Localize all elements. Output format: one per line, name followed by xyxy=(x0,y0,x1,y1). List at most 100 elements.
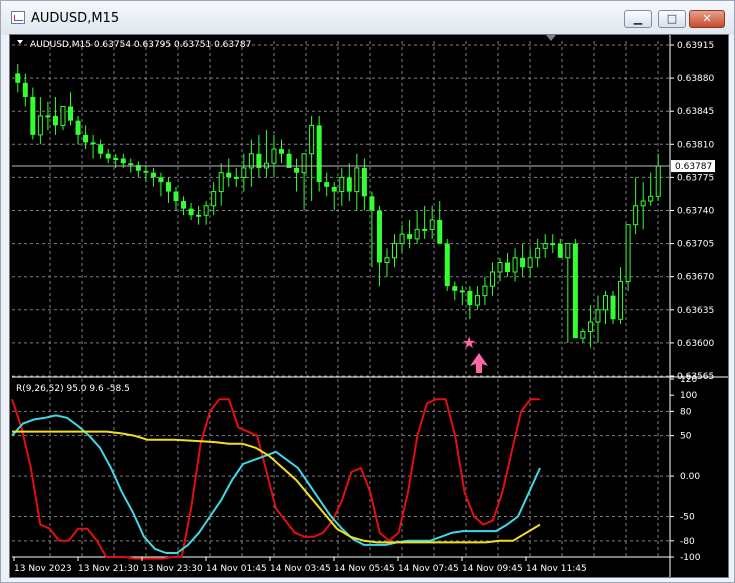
candle-body xyxy=(278,149,284,154)
candle-body xyxy=(550,243,556,246)
chart-canvas[interactable]: 0.639150.638800.638450.638100.637750.637… xyxy=(10,35,728,577)
candle-body xyxy=(572,243,578,339)
candle-body xyxy=(648,195,654,202)
candle-body xyxy=(655,165,661,197)
candle-body xyxy=(527,257,533,268)
time-tick-label: 14 Nov 03:45 xyxy=(270,564,331,574)
candle-body xyxy=(324,182,330,187)
candle-body xyxy=(610,295,616,320)
chart-frame[interactable]: 0.63915 0.63880 0.63845 0.63810 0.63775 0.637… xyxy=(9,34,729,578)
candle-body xyxy=(407,234,413,239)
time-tick-label: 13 Nov 2023 xyxy=(14,564,72,574)
candle-body xyxy=(459,290,465,293)
candle-body xyxy=(128,163,134,166)
time-tick-label: 14 Nov 05:45 xyxy=(334,564,395,574)
indicator-tick-label: 80 xyxy=(680,407,692,417)
maximize-icon: □ xyxy=(666,12,678,25)
indicator-tick-label: -100 xyxy=(680,553,701,563)
indicator-axis: 120 100 80 50 0.00 -50 -80 -100 xyxy=(670,375,701,563)
candle-body xyxy=(45,115,51,118)
candle-body xyxy=(113,157,119,160)
candle-body xyxy=(203,205,209,216)
candle-body xyxy=(120,158,126,164)
indicator-label: R(9,26,52) 95.0 9.6 -58.5 xyxy=(16,384,130,394)
time-tick-label: 13 Nov 21:30 xyxy=(78,564,139,574)
candle-body xyxy=(173,191,179,202)
indicator-tick-label: 120 xyxy=(680,375,697,385)
candle-body xyxy=(429,219,435,230)
candle-body xyxy=(98,144,104,154)
candle-body xyxy=(633,205,639,226)
candle-body xyxy=(30,97,36,135)
price-tick-label: 0.63775 xyxy=(677,173,714,183)
candle-body xyxy=(640,200,646,207)
candle-body xyxy=(520,257,526,268)
minimize-button[interactable]: ▁ xyxy=(624,10,652,28)
indicator-tick-label: -50 xyxy=(680,513,695,523)
candle-body xyxy=(83,134,89,143)
price-tick-label: 0.63740 xyxy=(677,207,714,217)
candle-body xyxy=(181,201,187,209)
price-tick-label: 0.63810 xyxy=(677,140,714,150)
indicator-tick-label: -80 xyxy=(680,537,695,547)
time-axis: 13 Nov 2023 13 Nov 21:30 13 Nov 23:30 14 No… xyxy=(13,557,587,574)
shift-marker-icon[interactable] xyxy=(546,35,556,41)
candle-body xyxy=(361,167,367,197)
candle-body xyxy=(233,176,239,179)
candle-body xyxy=(542,243,548,249)
indicator-lines xyxy=(11,398,541,560)
title-bar[interactable]: AUDUSD,M15 ▁ □ ✕ xyxy=(1,1,734,35)
candle-body xyxy=(625,224,631,282)
candle-body xyxy=(346,177,352,192)
red-indicator-line xyxy=(11,398,540,560)
candle-body xyxy=(331,186,337,192)
indicator-tick-label: 0.00 xyxy=(680,472,700,482)
candle-body xyxy=(211,191,217,207)
candle-body xyxy=(505,262,511,272)
candle-body xyxy=(437,219,443,244)
candle-body xyxy=(602,295,608,311)
buy-arrow-icon xyxy=(470,353,488,373)
price-tick-label: 0.63635 xyxy=(677,306,714,316)
window-title: AUDUSD,M15 xyxy=(31,11,120,26)
candle-body xyxy=(565,243,571,259)
candle-body xyxy=(37,115,43,136)
price-tick-label: 0.63705 xyxy=(677,240,714,250)
yellow-indicator-line xyxy=(12,430,541,544)
candle-body xyxy=(489,271,495,287)
candle-body xyxy=(557,243,563,258)
candle-body xyxy=(444,243,450,287)
candle-body xyxy=(392,243,398,259)
candle-body xyxy=(618,280,624,320)
candle-body xyxy=(105,153,111,159)
candle-body xyxy=(587,321,593,333)
candle-body xyxy=(165,182,171,192)
time-tick-label: 14 Nov 09:45 xyxy=(462,564,523,574)
price-tick-label: 0.63670 xyxy=(677,273,714,283)
minimize-icon: ▁ xyxy=(633,12,643,25)
current-price-label: 0.63787 xyxy=(675,162,712,172)
time-tick-label: 14 Nov 07:45 xyxy=(398,564,459,574)
candle-body xyxy=(294,167,300,173)
price-tick-label: 0.63915 xyxy=(677,41,714,51)
candle-body xyxy=(150,172,156,178)
candle-body xyxy=(399,233,405,245)
candle-body xyxy=(301,153,307,174)
chart-menu-arrow-icon[interactable] xyxy=(17,40,23,44)
candle-body xyxy=(226,172,232,178)
signal-star-icon: ★ xyxy=(462,333,476,352)
close-button[interactable]: ✕ xyxy=(689,10,725,28)
candle-body xyxy=(22,82,28,98)
candle-body xyxy=(422,228,428,231)
candle-body xyxy=(90,142,96,145)
candle-body xyxy=(143,170,149,173)
time-tick-label: 14 Nov 01:45 xyxy=(206,564,267,574)
candle-body xyxy=(369,196,375,211)
candle-body xyxy=(271,148,277,164)
price-tick-label: 0.63845 xyxy=(677,107,714,117)
maximize-button[interactable]: □ xyxy=(658,10,686,28)
terminal-window: AUDUSD,M15 ▁ □ ✕ 0.63915 0.63880 0.63845 0.… xyxy=(0,0,735,583)
candle-body xyxy=(60,105,66,126)
candle-body xyxy=(497,262,503,273)
candle-body xyxy=(452,286,458,291)
